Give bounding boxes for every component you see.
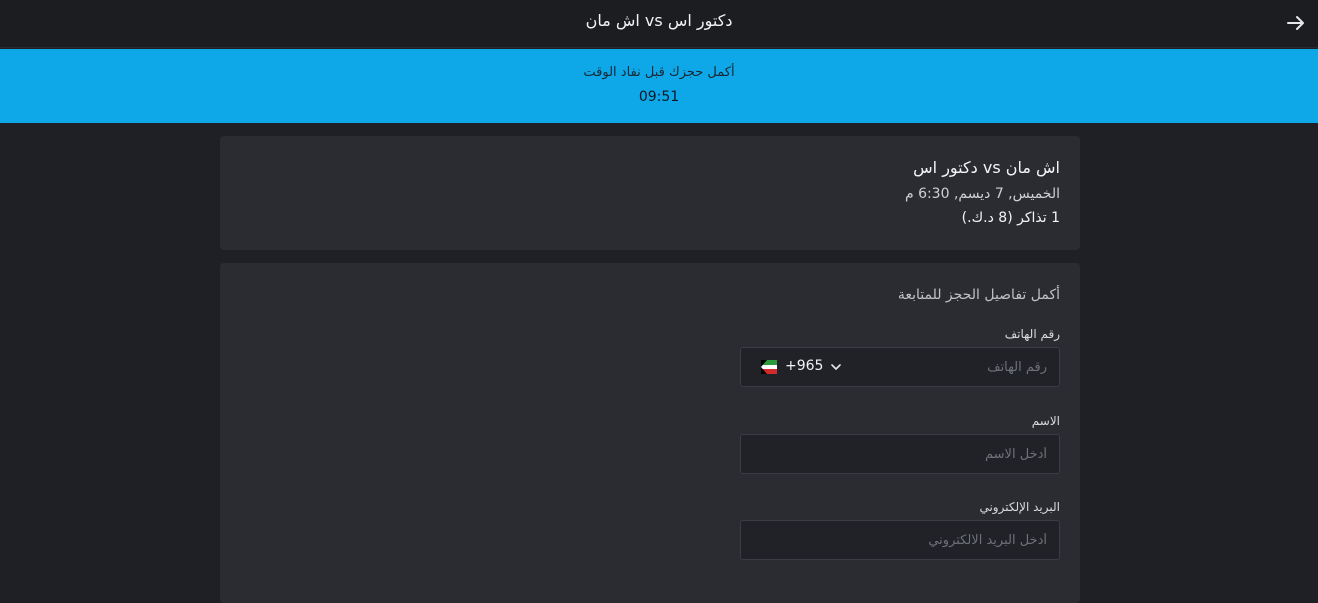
event-summary-card: اش مان vs دكتور اس الخميس, 7 ديسم, 6:30 … <box>220 136 1080 250</box>
chevron-down-icon <box>831 364 841 370</box>
countdown-message: أكمل حجزك قبل نفاد الوقت <box>583 65 735 80</box>
ticket-summary: 1 تذاكر (8 د.ك.) <box>961 210 1060 226</box>
name-field <box>740 434 1060 474</box>
name-label: الاسم <box>1031 414 1060 428</box>
countdown-time: 09:51 <box>638 89 680 105</box>
countdown-banner: أكمل حجزك قبل نفاد الوقت 09:51 <box>0 49 1318 123</box>
email-input[interactable] <box>741 521 1059 559</box>
page-title: اش مان vs دكتور اس <box>585 11 733 30</box>
phone-input[interactable] <box>859 348 1059 386</box>
arrow-right-icon[interactable] <box>1284 11 1308 35</box>
name-input[interactable] <box>741 435 1059 473</box>
event-name: اش مان vs دكتور اس <box>913 158 1060 177</box>
event-date: الخميس, 7 ديسم, 6:30 م <box>904 186 1060 202</box>
phone-label: رقم الهاتف <box>1004 327 1060 341</box>
phone-field: +965 <box>740 347 1060 387</box>
booking-form-card: أكمل تفاصيل الحجز للمتابعة رقم الهاتف +9… <box>220 263 1080 603</box>
top-bar: اش مان vs دكتور اس <box>0 0 1318 48</box>
form-heading: أكمل تفاصيل الحجز للمتابعة <box>897 287 1060 303</box>
email-label: البريد الإلكتروني <box>979 500 1060 514</box>
kuwait-flag-icon <box>761 360 777 374</box>
country-code-select[interactable]: +965 <box>741 348 859 386</box>
email-field <box>740 520 1060 560</box>
country-code: +965 <box>785 358 824 374</box>
